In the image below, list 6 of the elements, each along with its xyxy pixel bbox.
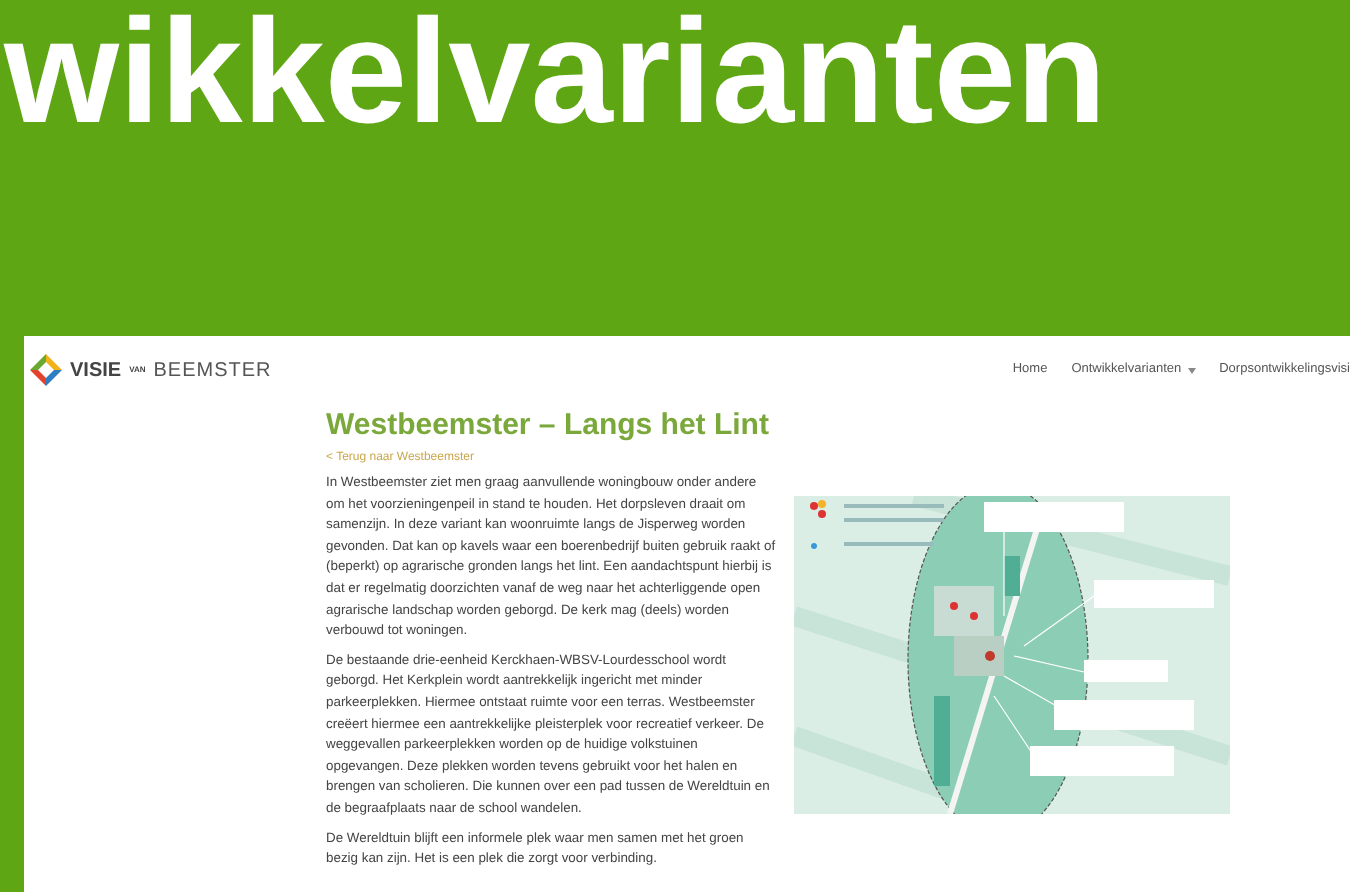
logo-icon: [30, 354, 62, 386]
caret-icon: [1187, 367, 1196, 373]
logo-brand: VISIE: [70, 357, 122, 385]
page-heading: Westbeemster – Langs het Lint: [326, 408, 771, 444]
slide-title: wikkelvarianten: [4, 0, 1107, 152]
logo-name: BEEMSTER: [153, 357, 272, 385]
